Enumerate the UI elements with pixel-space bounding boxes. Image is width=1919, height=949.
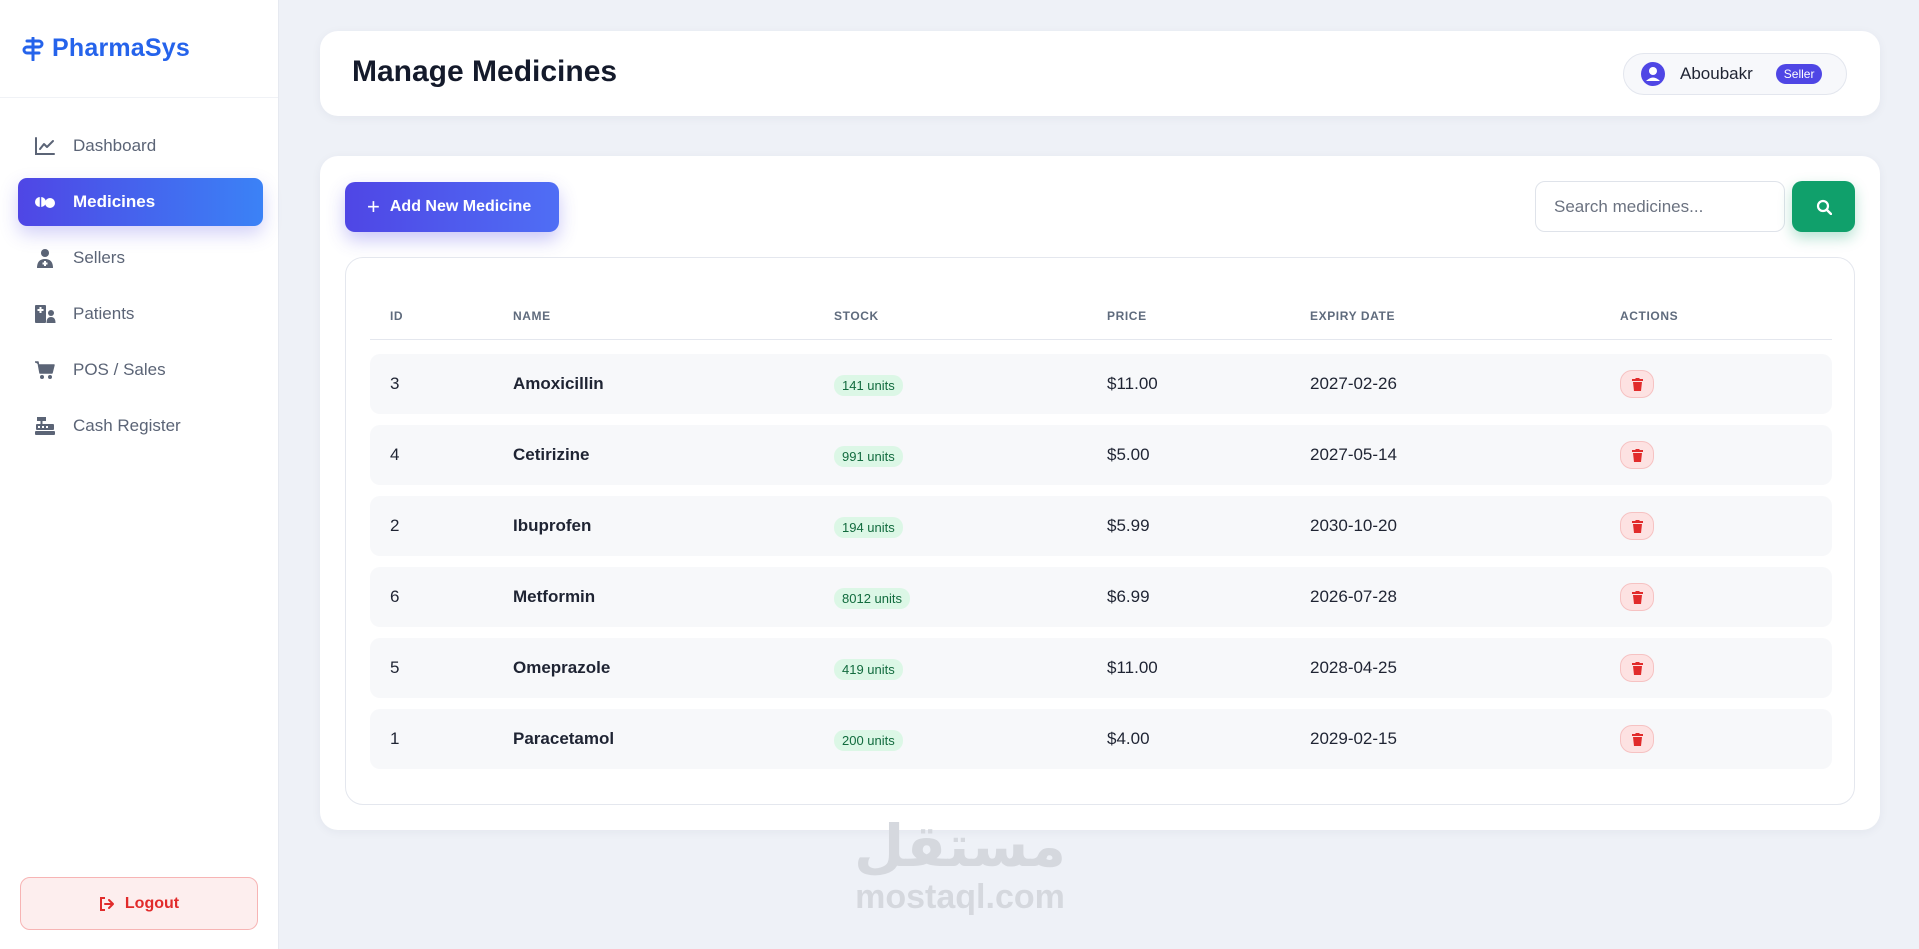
- column-header-price: PRICE: [1107, 309, 1147, 323]
- user-circle-icon: [1641, 62, 1665, 86]
- cell-id: 5: [390, 658, 400, 677]
- stock-badge: 194 units: [834, 517, 903, 538]
- table-header: ID NAME STOCK PRICE EXPIRY DATE ACTIONS: [370, 294, 1832, 340]
- logout-button[interactable]: Logout: [20, 877, 258, 930]
- sidebar-item-label: Sellers: [73, 248, 125, 267]
- cell-name: Cetirizine: [513, 445, 590, 464]
- sidebar: PharmaSys Dashboard Medicines Sellers Pa…: [0, 0, 279, 949]
- column-header-actions: ACTIONS: [1620, 309, 1679, 323]
- cell-name: Metformin: [513, 587, 596, 606]
- cell-price: $11.00: [1107, 374, 1158, 393]
- medicines-table: ID NAME STOCK PRICE EXPIRY DATE ACTIONS …: [345, 257, 1855, 805]
- table-row[interactable]: 2 Ibuprofen 194 units $5.99 2030-10-20: [370, 496, 1832, 556]
- sidebar-item-label: Cash Register: [73, 416, 181, 435]
- stock-badge: 991 units: [834, 446, 903, 467]
- column-header-id: ID: [390, 309, 404, 323]
- table-row[interactable]: 3 Amoxicillin 141 units $11.00 2027-02-2…: [370, 354, 1832, 414]
- delete-button[interactable]: [1620, 583, 1654, 611]
- sidebar-item-label: Medicines: [73, 192, 156, 211]
- medicines-panel: + Add New Medicine ID NAME STOCK PRICE E…: [320, 156, 1880, 830]
- page-title: Manage Medicines: [352, 55, 618, 88]
- sign-out-icon: [99, 896, 114, 911]
- sidebar-item-medicines[interactable]: Medicines: [18, 178, 263, 226]
- watermark: مستقل mostaql.com: [840, 818, 1080, 917]
- cell-price: $5.00: [1107, 445, 1150, 464]
- trash-icon: [1631, 448, 1643, 462]
- sidebar-item-pos-sales[interactable]: POS / Sales: [18, 346, 263, 394]
- search-button[interactable]: [1792, 181, 1855, 232]
- cell-id: 4: [390, 445, 400, 464]
- stock-badge: 419 units: [834, 659, 903, 680]
- cell-id: 3: [390, 374, 400, 393]
- cell-expiry-date: 2027-02-26: [1310, 374, 1397, 393]
- cash-register-icon: [35, 417, 55, 435]
- page-header: Manage Medicines Aboubakr Seller: [320, 31, 1880, 116]
- add-medicine-label: Add New Medicine: [389, 198, 532, 215]
- user-name: Aboubakr: [1680, 64, 1753, 83]
- cell-expiry-date: 2027-05-14: [1310, 445, 1397, 464]
- column-header-stock: STOCK: [834, 309, 879, 323]
- delete-button[interactable]: [1620, 512, 1654, 540]
- cell-id: 1: [390, 729, 400, 748]
- add-medicine-button[interactable]: + Add New Medicine: [345, 182, 559, 232]
- column-header-name: NAME: [513, 309, 551, 323]
- table-row[interactable]: 5 Omeprazole 419 units $11.00 2028-04-25: [370, 638, 1832, 698]
- search-icon: [1816, 199, 1832, 215]
- trash-icon: [1631, 732, 1643, 746]
- table-body: 3 Amoxicillin 141 units $11.00 2027-02-2…: [370, 354, 1832, 780]
- trash-icon: [1631, 661, 1643, 675]
- cell-price: $5.99: [1107, 516, 1150, 535]
- cell-name: Ibuprofen: [513, 516, 592, 535]
- brand-name: PharmaSys: [52, 34, 190, 62]
- sidebar-item-sellers[interactable]: Sellers: [18, 234, 263, 282]
- delete-button[interactable]: [1620, 725, 1654, 753]
- logout-label: Logout: [124, 894, 180, 912]
- cell-name: Paracetamol: [513, 729, 615, 748]
- search-input[interactable]: [1535, 181, 1785, 232]
- staff-snake-icon: [22, 36, 44, 61]
- cell-id: 2: [390, 516, 400, 535]
- plus-icon: +: [367, 194, 380, 219]
- sidebar-item-label: POS / Sales: [73, 360, 166, 379]
- cell-price: $6.99: [1107, 587, 1150, 606]
- column-header-expiry-date: EXPIRY DATE: [1310, 309, 1396, 323]
- table-row[interactable]: 4 Cetirizine 991 units $5.00 2027-05-14: [370, 425, 1832, 485]
- stock-badge: 141 units: [834, 375, 903, 396]
- hospital-user-icon: [35, 305, 56, 323]
- sidebar-nav: Dashboard Medicines Sellers Patients POS…: [18, 122, 263, 458]
- user-doctor-icon: [37, 249, 53, 268]
- delete-button[interactable]: [1620, 370, 1654, 398]
- table-row[interactable]: 1 Paracetamol 200 units $4.00 2029-02-15: [370, 709, 1832, 769]
- cell-id: 6: [390, 587, 400, 606]
- pills-icon: [35, 197, 55, 208]
- watermark-logo: مستقل: [853, 814, 1067, 879]
- trash-icon: [1631, 519, 1643, 533]
- cell-price: $4.00: [1107, 729, 1150, 748]
- cell-expiry-date: 2028-04-25: [1310, 658, 1397, 677]
- role-badge: Seller: [1775, 64, 1823, 84]
- delete-button[interactable]: [1620, 654, 1654, 682]
- trash-icon: [1631, 377, 1643, 391]
- cell-expiry-date: 2030-10-20: [1310, 516, 1397, 535]
- user-menu[interactable]: Aboubakr Seller: [1623, 53, 1847, 95]
- watermark-text: mostaql.com: [855, 878, 1065, 916]
- table-row[interactable]: 6 Metformin 8012 units $6.99 2026-07-28: [370, 567, 1832, 627]
- cell-name: Omeprazole: [513, 658, 611, 677]
- sidebar-item-patients[interactable]: Patients: [18, 290, 263, 338]
- cart-icon: [35, 361, 55, 379]
- sidebar-item-dashboard[interactable]: Dashboard: [18, 122, 263, 170]
- brand[interactable]: PharmaSys: [0, 0, 278, 98]
- cell-expiry-date: 2026-07-28: [1310, 587, 1397, 606]
- sidebar-item-label: Dashboard: [73, 136, 157, 155]
- cell-expiry-date: 2029-02-15: [1310, 729, 1397, 748]
- cell-price: $11.00: [1107, 658, 1158, 677]
- trash-icon: [1631, 590, 1643, 604]
- cell-name: Amoxicillin: [513, 374, 604, 393]
- stock-badge: 8012 units: [834, 588, 910, 609]
- sidebar-item-cash-register[interactable]: Cash Register: [18, 402, 263, 450]
- chart-line-icon: [35, 137, 55, 155]
- delete-button[interactable]: [1620, 441, 1654, 469]
- sidebar-item-label: Patients: [73, 304, 135, 323]
- stock-badge: 200 units: [834, 730, 903, 751]
